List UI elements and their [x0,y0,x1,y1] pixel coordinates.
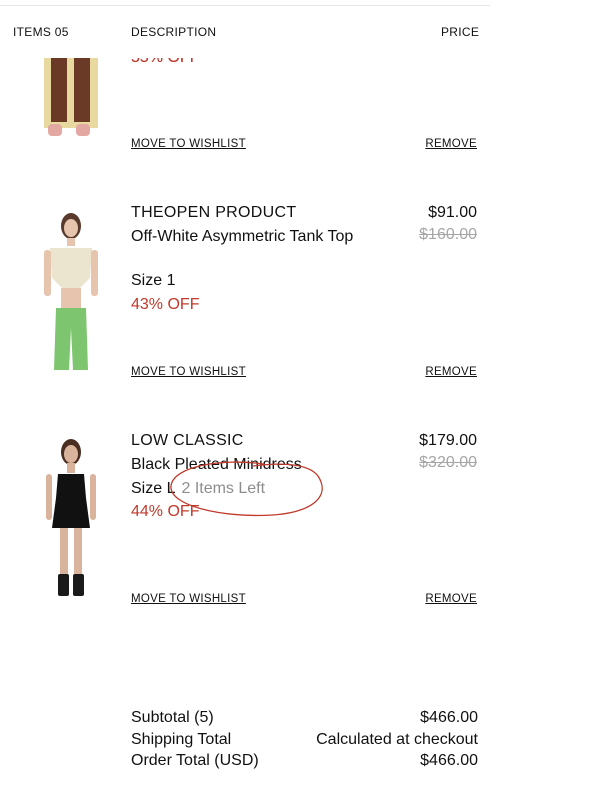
shipping-value: Calculated at checkout [316,731,478,748]
pants-right-leg [74,58,90,122]
order-total-value: $466.00 [420,752,478,769]
model-left-leg [60,528,68,576]
pants-left-leg [51,58,67,122]
sale-price: $91.00 [428,204,477,221]
product-image[interactable] [36,436,106,600]
model-neck [67,238,75,246]
product-size: Size L [131,480,176,497]
move-to-wishlist-link[interactable]: MOVE TO WISHLIST [131,366,246,378]
left-boot [58,574,69,596]
model-left-arm [46,474,52,520]
left-shoe [48,124,62,136]
subtotal-value: $466.00 [420,709,478,726]
model-waist [61,288,81,310]
black-minidress [52,474,90,528]
original-price: $160.00 [419,226,477,243]
discount-label: 44% OFF [131,503,200,520]
move-to-wishlist-link[interactable]: MOVE TO WISHLIST [131,138,246,150]
product-image[interactable] [36,58,106,144]
sale-price: $179.00 [419,432,477,449]
product-image[interactable] [36,208,106,372]
product-name[interactable]: Off-White Asymmetric Tank Top [131,226,361,247]
product-brand: LOW CLASSIC [131,432,244,449]
subtotal-label: Subtotal (5) [131,709,214,726]
discount-label: 43% OFF [131,296,200,313]
product-brand: THEOPEN PRODUCT [131,204,297,221]
model-right-leg [74,528,82,576]
model-face [64,445,78,463]
items-count-header-label: ITEMS 05 [13,25,69,39]
green-pants [54,308,88,370]
remove-link[interactable]: REMOVE [425,138,477,150]
move-to-wishlist-link[interactable]: MOVE TO WISHLIST [131,593,246,605]
product-name[interactable]: Black Pleated Minidress [131,454,351,475]
tank-top [50,248,92,288]
right-shoe [76,124,90,136]
shipping-label: Shipping Total [131,731,232,748]
description-header-label: DESCRIPTION [131,25,217,39]
model-left-arm [44,250,51,296]
model-right-arm [90,474,96,520]
price-header-label: PRICE [441,25,480,39]
order-total-label: Order Total (USD) [131,752,259,769]
remove-link[interactable]: REMOVE [425,593,477,605]
stock-note: 2 Items Left [181,480,266,497]
right-boot [73,574,84,596]
remove-link[interactable]: REMOVE [425,366,477,378]
original-price: $320.00 [419,454,477,471]
model-right-arm [91,250,98,296]
product-size-row: Size L 2 Items Left [131,480,265,498]
product-size: Size 1 [131,272,176,289]
model-face [64,219,78,237]
model-neck [67,463,75,473]
header-band [0,6,600,58]
